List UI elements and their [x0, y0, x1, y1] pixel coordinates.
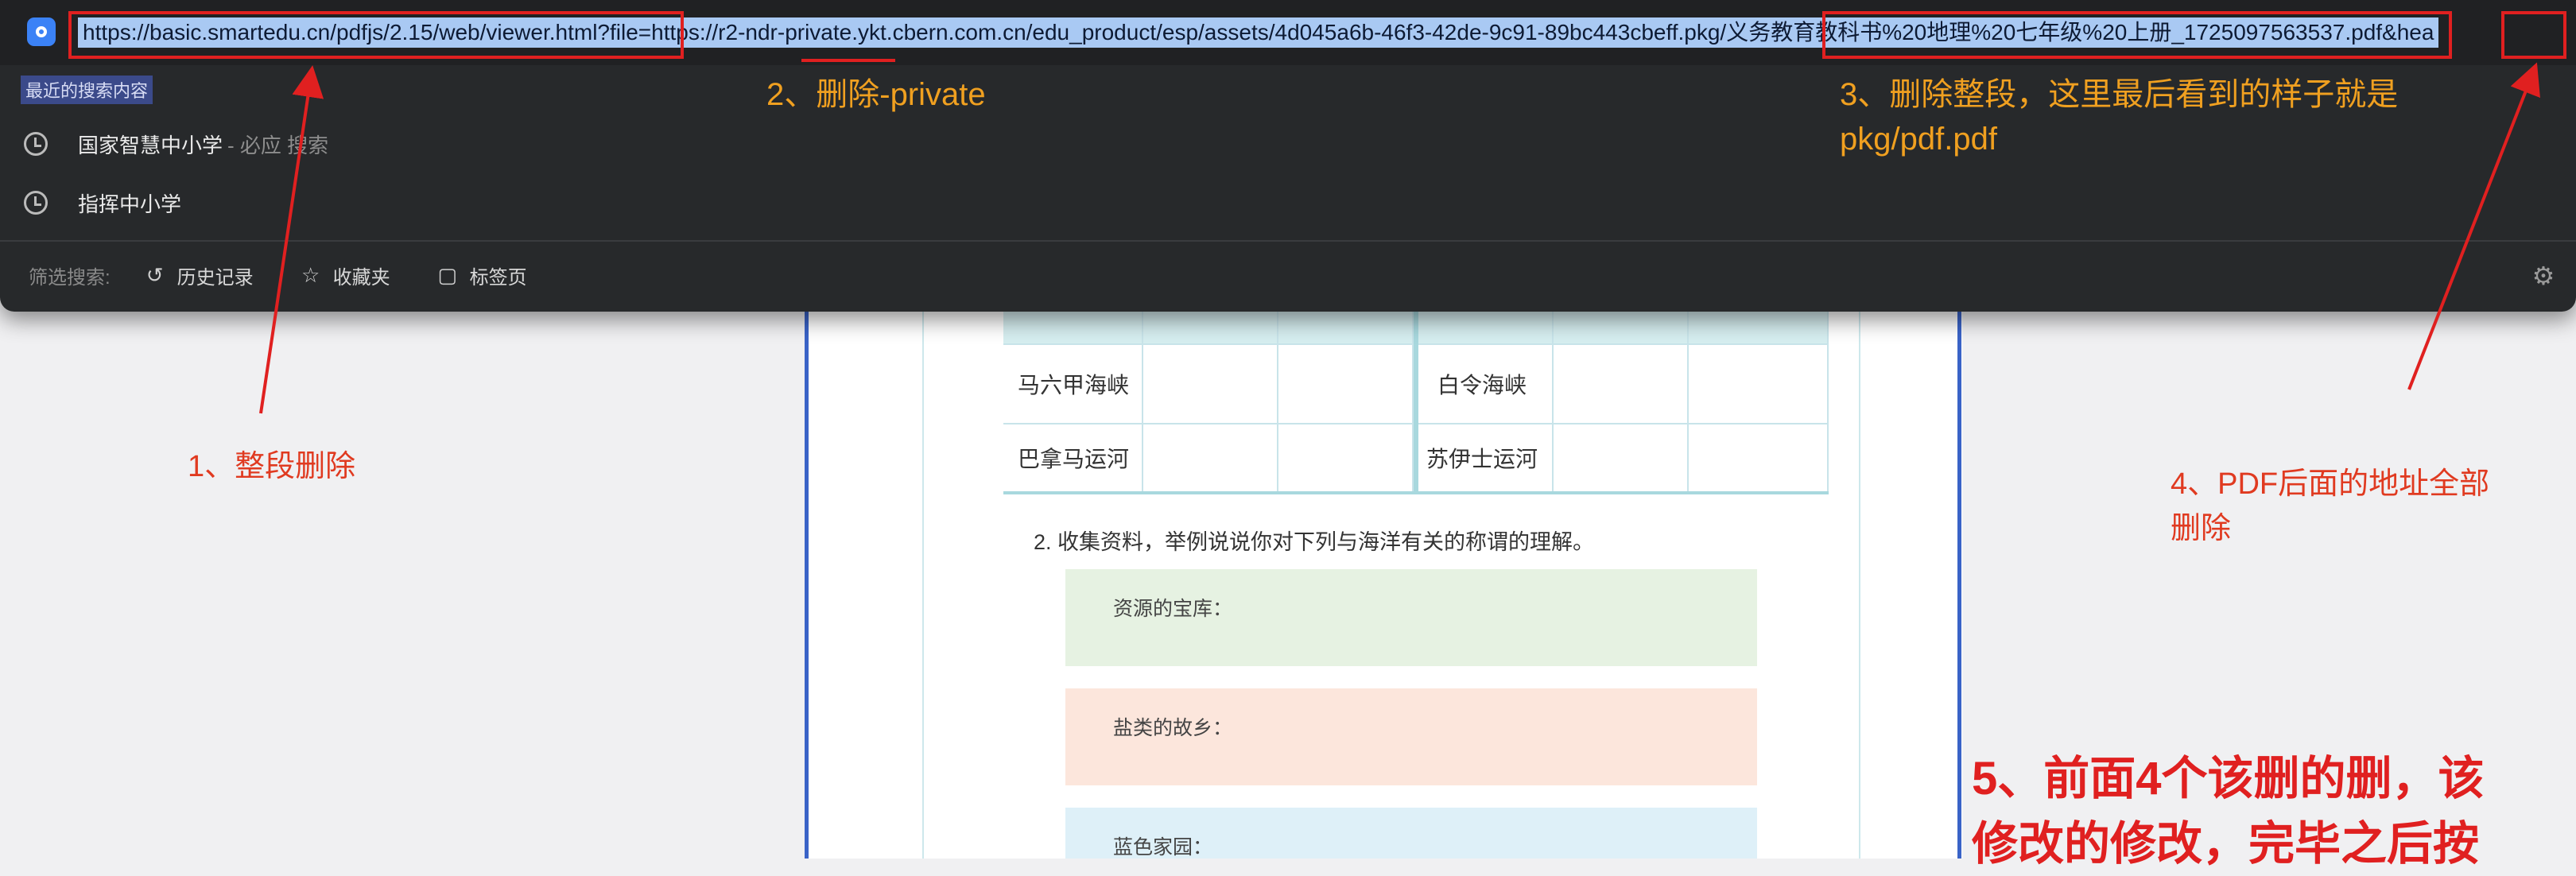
annotation-step4-line2: 删除	[2171, 512, 2232, 545]
annotation-arrows	[259, 62, 2540, 414]
arrow-step1	[259, 65, 324, 414]
annotation-step1: 1、整段删除	[188, 450, 356, 483]
arrow-step4	[2407, 62, 2540, 390]
annotation-step4-line1: 4、PDF后面的地址全部	[2171, 467, 2490, 501]
annotation-step5-line1: 5、前面4个该删的删，该	[1972, 753, 2485, 804]
annotation-step2: 2、删除-private	[766, 77, 986, 112]
annotation-step3-line1: 3、删除整段，这里最后看到的样子就是	[1840, 77, 2399, 112]
annotation-step5-line2: 修改的修改，完毕之后按	[1972, 818, 2480, 870]
annotation-step3-line2: pkg/pdf.pdf	[1840, 122, 1997, 157]
